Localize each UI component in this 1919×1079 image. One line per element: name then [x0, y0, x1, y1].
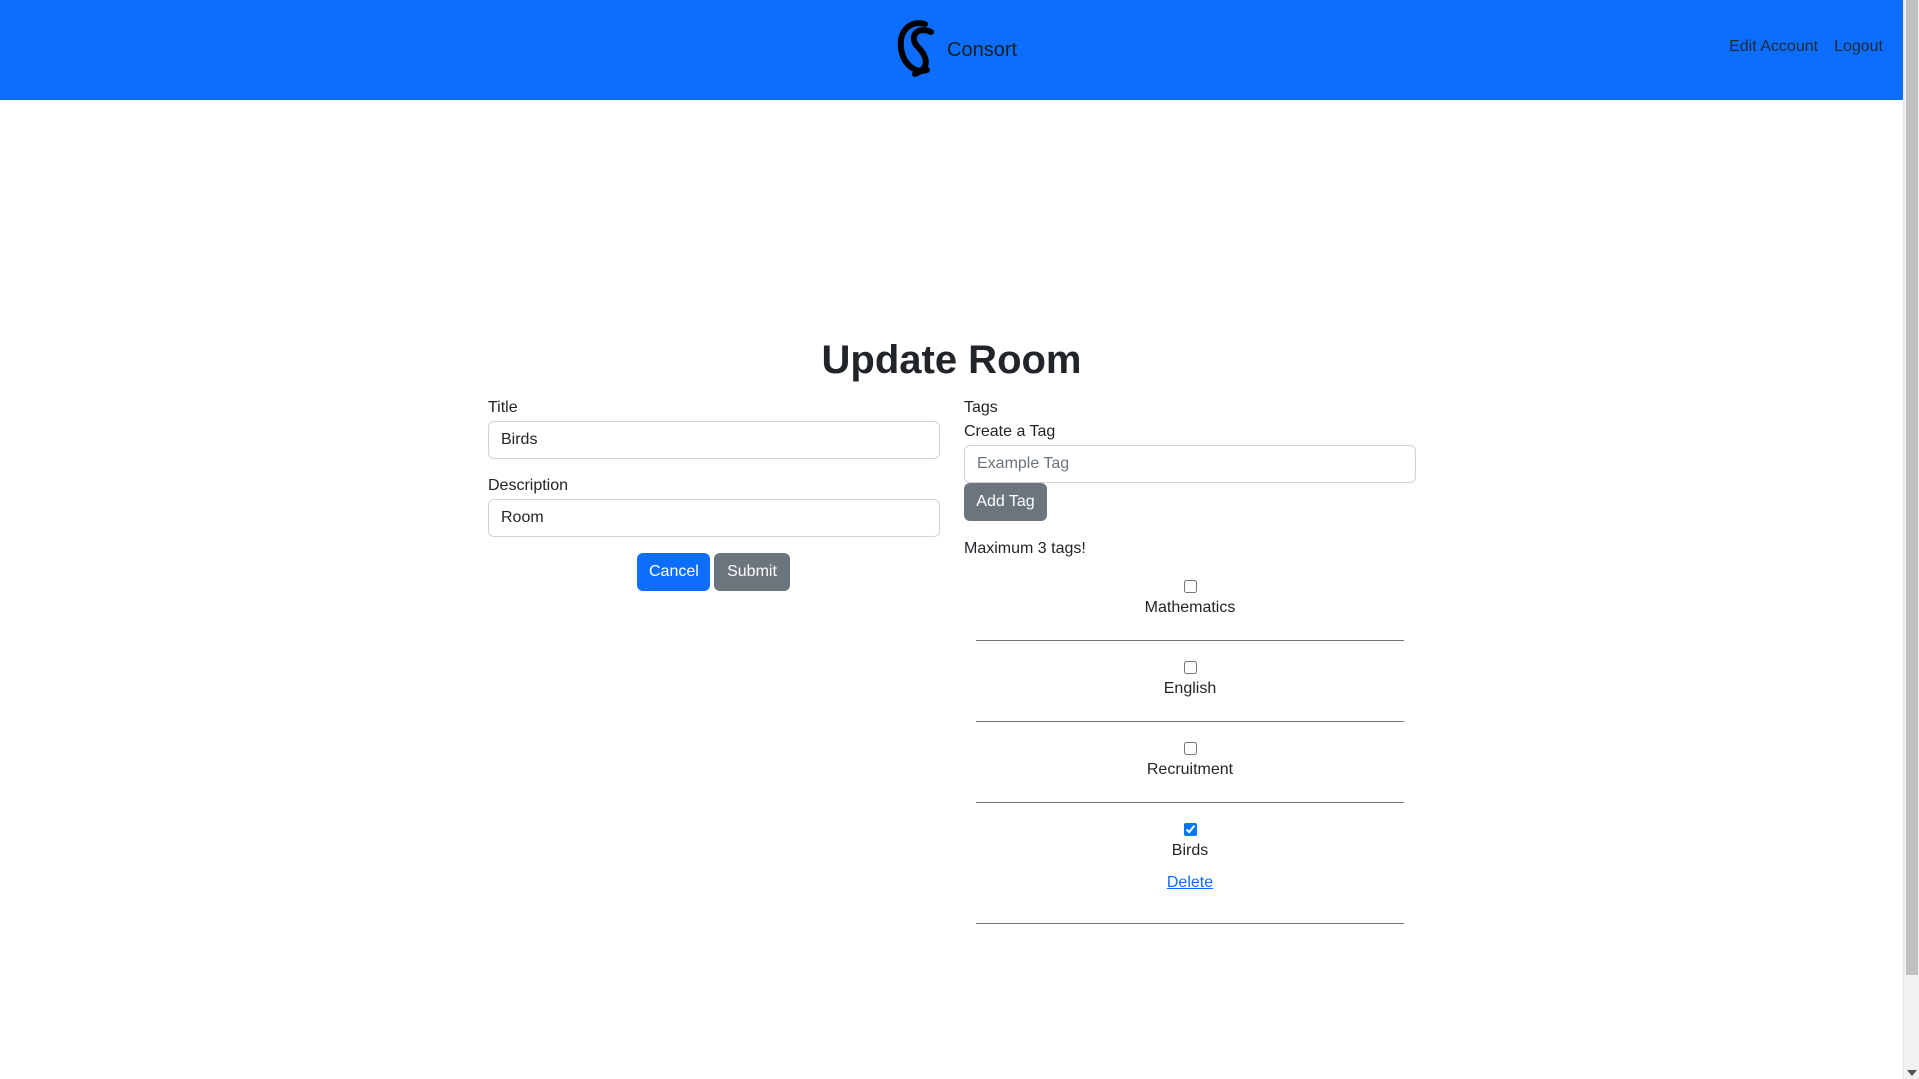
title-input[interactable]	[488, 421, 940, 459]
tag-item-recruitment: Recruitment	[976, 742, 1404, 803]
cancel-button[interactable]: Cancel	[637, 553, 710, 591]
scrollbar-thumb[interactable]	[1906, 0, 1918, 975]
tag-checkbox-birds[interactable]	[1183, 823, 1197, 836]
title-label: Title	[488, 399, 518, 416]
add-tag-button[interactable]: Add Tag	[964, 483, 1047, 521]
scroll-down-arrow-icon[interactable]	[1907, 1070, 1917, 1076]
tags-heading: Tags	[964, 399, 998, 416]
tag-checkbox-recruitment[interactable]	[1183, 742, 1197, 755]
page-scrollbar[interactable]	[1903, 0, 1919, 1079]
tag-limit-note: Maximum 3 tags!	[964, 540, 1086, 557]
tag-item-birds: Birds Delete	[976, 823, 1404, 924]
submit-button[interactable]: Submit	[714, 553, 790, 591]
logout-link[interactable]: Logout	[1834, 38, 1883, 56]
create-tag-input[interactable]	[964, 445, 1416, 483]
tag-checkbox-mathematics[interactable]	[1183, 580, 1197, 593]
brand-link[interactable]: Consort	[895, 18, 1017, 82]
create-tag-label: Create a Tag	[964, 423, 1056, 440]
consort-logo-icon	[895, 18, 939, 83]
tag-item-mathematics: Mathematics	[976, 580, 1404, 641]
delete-tag-link[interactable]: Delete	[1167, 874, 1213, 892]
brand-name: Consort	[947, 38, 1018, 61]
top-navbar: Consort Edit Account Logout	[0, 0, 1903, 100]
tag-checkbox-english[interactable]	[1183, 661, 1197, 674]
description-label: Description	[488, 477, 569, 494]
tag-item-english: English	[976, 661, 1404, 722]
tag-label-mathematics: Mathematics	[1144, 599, 1236, 616]
page-title: Update Room	[821, 338, 1082, 382]
tag-label-recruitment: Recruitment	[1146, 761, 1234, 778]
tag-label-english: English	[1163, 680, 1217, 697]
tag-label-birds: Birds	[1171, 842, 1209, 859]
description-input[interactable]	[488, 499, 940, 537]
edit-account-link[interactable]: Edit Account	[1729, 38, 1818, 56]
